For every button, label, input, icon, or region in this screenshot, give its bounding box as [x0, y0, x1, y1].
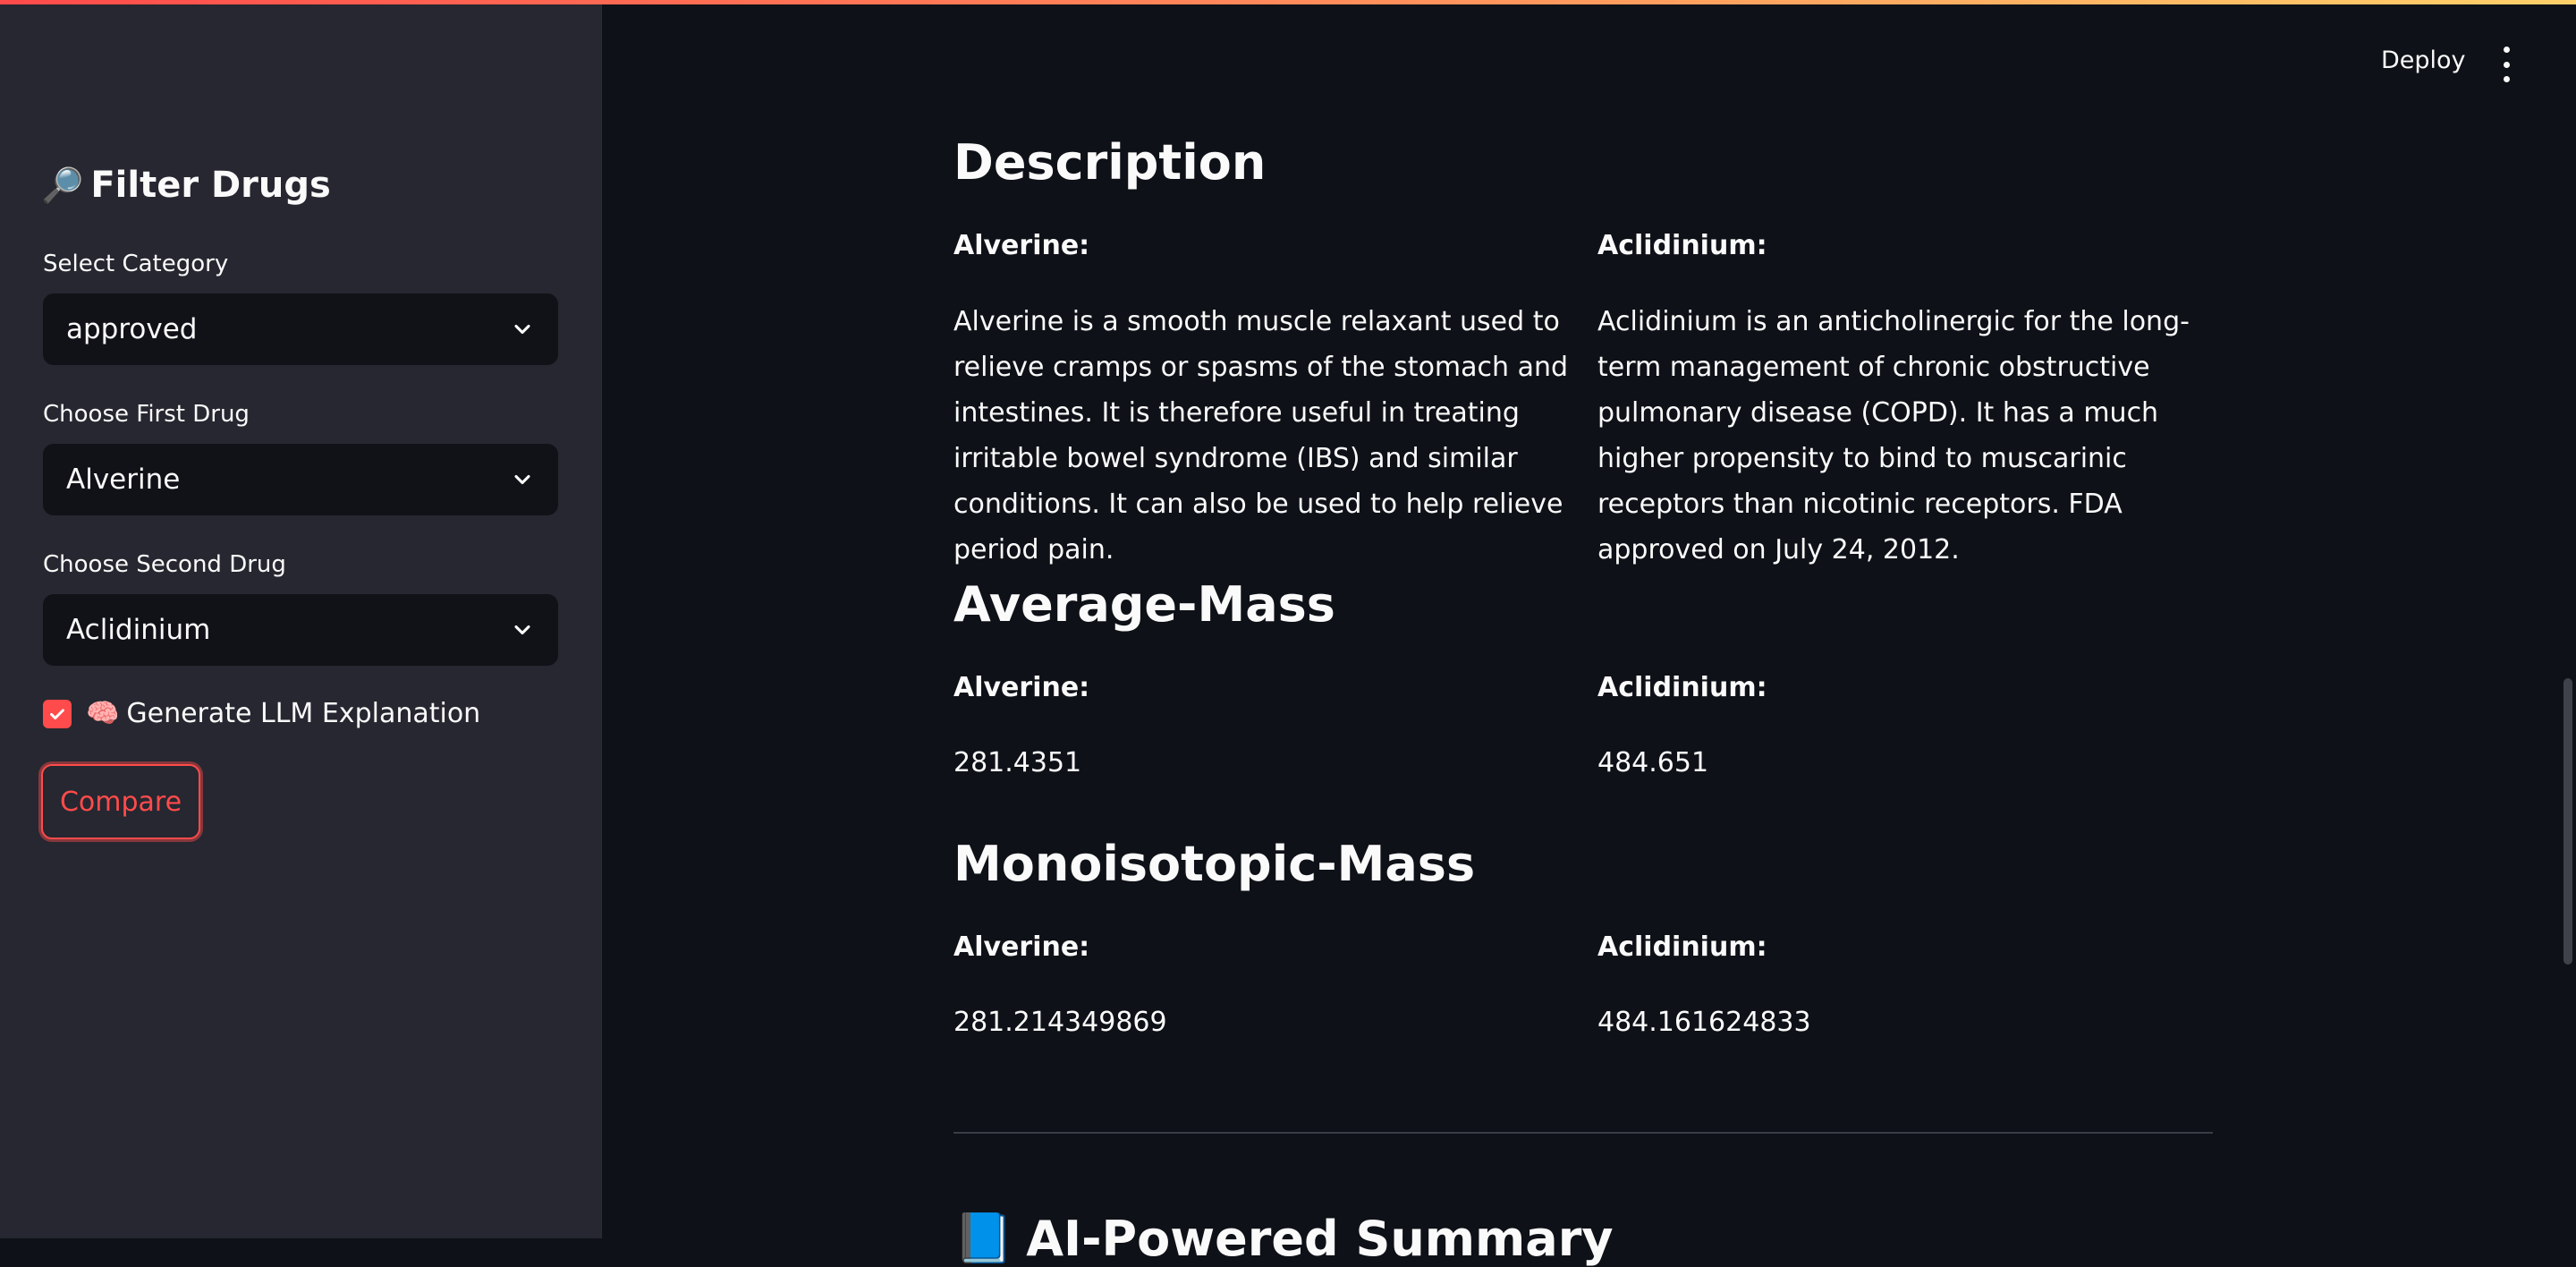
- chevron-down-icon: [514, 474, 530, 485]
- first-drug-label: Choose First Drug: [43, 401, 250, 428]
- description-heading: Description: [953, 134, 1267, 191]
- second-drug-select-value: Aclidinium: [66, 614, 211, 646]
- first-drug-select[interactable]: Alverine: [43, 444, 558, 515]
- llm-explanation-checkbox-row[interactable]: 🧠 Generate LLM Explanation: [43, 698, 480, 729]
- description-drug2-text: Aclidinium is an anticholinergic for the…: [1597, 306, 2190, 565]
- category-label: Select Category: [43, 251, 229, 277]
- compare-button[interactable]: Compare: [41, 764, 200, 839]
- monoisotopic-mass-drug2-value: 484.161624833: [1597, 1007, 1811, 1038]
- chevron-down-icon: [514, 625, 530, 635]
- llm-explanation-label: Generate LLM Explanation: [126, 698, 481, 729]
- monoisotopic-mass-drug2-label: Aclidinium:: [1597, 931, 1767, 963]
- monoisotopic-mass-drug1-value: 281.214349869: [953, 1007, 1167, 1038]
- top-accent-bar: [0, 0, 2576, 4]
- llm-explanation-checkbox[interactable]: [43, 699, 72, 728]
- sidebar-title-text: Filter Drugs: [90, 165, 331, 206]
- category-select-value: approved: [66, 313, 198, 345]
- chevron-down-icon: [514, 324, 530, 335]
- monoisotopic-mass-heading: Monoisotopic-Mass: [953, 836, 1476, 892]
- description-drug1-label: Alverine:: [953, 230, 1090, 261]
- average-mass-heading: Average-Mass: [953, 576, 1335, 633]
- first-drug-select-value: Alverine: [66, 463, 181, 496]
- kebab-icon[interactable]: [2496, 47, 2517, 82]
- average-mass-drug1-label: Alverine:: [953, 672, 1090, 703]
- category-select[interactable]: approved: [43, 293, 558, 365]
- summary-heading-text: AI-Powered Summary: [1026, 1210, 1614, 1267]
- description-drug2-label: Aclidinium:: [1597, 230, 1767, 261]
- deploy-button[interactable]: Deploy: [2381, 47, 2466, 74]
- sidebar-title: 🔎 Filter Drugs: [41, 165, 331, 206]
- description-drug1-text: Alverine is a smooth muscle relaxant use…: [953, 306, 1569, 565]
- checkmark-icon: [50, 708, 64, 719]
- brain-icon: 🧠: [86, 698, 120, 729]
- section-divider: [953, 1132, 2213, 1134]
- average-mass-drug2-label: Aclidinium:: [1597, 672, 1767, 703]
- second-drug-label: Choose Second Drug: [43, 551, 286, 578]
- average-mass-drug2-value: 484.651: [1597, 747, 1709, 778]
- summary-heading: 📘 AI-Powered Summary: [953, 1210, 1614, 1267]
- magnifier-icon: 🔎: [41, 165, 84, 205]
- scrollbar[interactable]: [2563, 678, 2572, 965]
- second-drug-select[interactable]: Aclidinium: [43, 594, 558, 666]
- monoisotopic-mass-drug1-label: Alverine:: [953, 931, 1090, 963]
- book-icon: 📘: [953, 1210, 1014, 1266]
- average-mass-drug1-value: 281.4351: [953, 747, 1082, 778]
- sidebar: 🔎 Filter Drugs Select Category approved …: [0, 0, 602, 1238]
